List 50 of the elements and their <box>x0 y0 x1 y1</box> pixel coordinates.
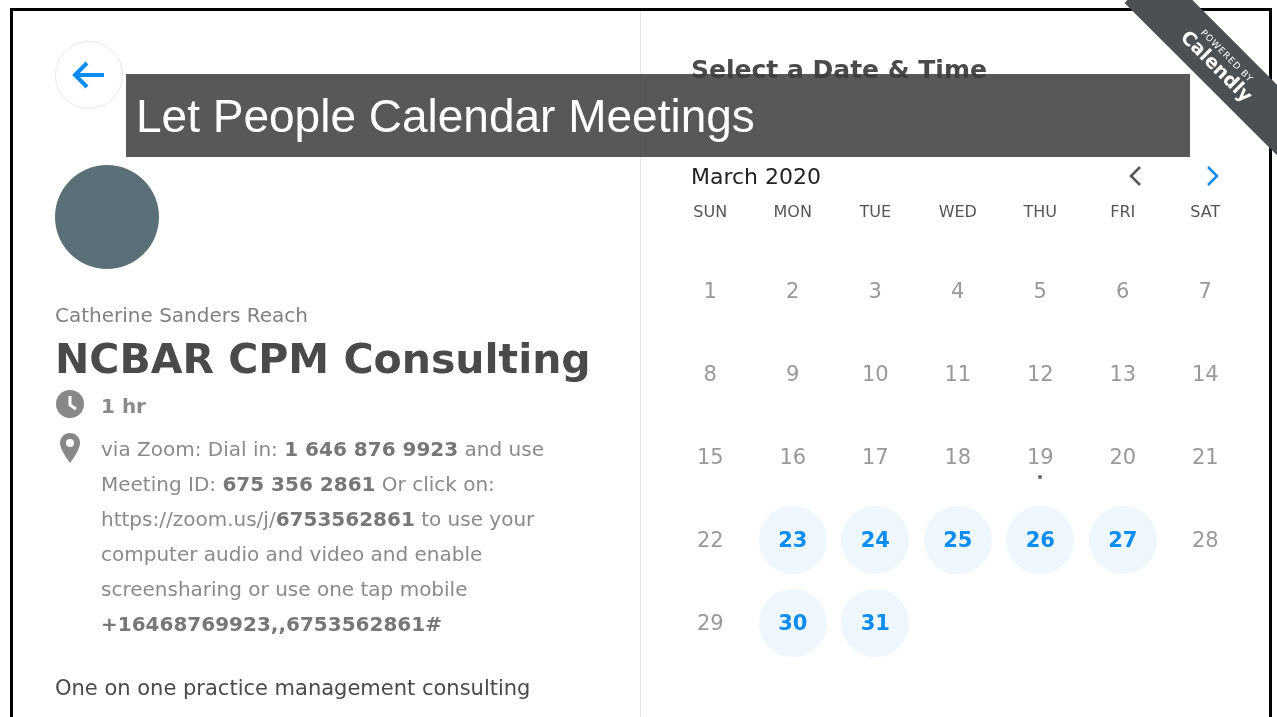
weekday-label: MON <box>772 202 813 223</box>
available-date[interactable]: 27 <box>1088 506 1157 574</box>
weekday-label: WED <box>937 202 978 223</box>
weekday-label: THU <box>1022 202 1058 223</box>
duration: 1 hr <box>101 393 147 420</box>
month-label: March 2020 <box>691 163 823 189</box>
location-text: via Zoom: Dial in: 1 646 876 9923 and use Meeting ID: 675 356 2861 Or click on: https://zoom.us/j/6753562861 to use your computer audio and video and enable screensharing or use one tap mobile +16468769923,,6753562861# <box>101 436 545 638</box>
weekday-label: FRI <box>1109 202 1137 223</box>
calendar-date: 21 <box>1190 444 1220 471</box>
calendar-date: 6 <box>1115 278 1131 305</box>
calendar-date: 8 <box>702 361 718 388</box>
calendar-date: 3 <box>867 278 883 305</box>
available-date[interactable]: 30 <box>758 589 827 657</box>
calendar-date: 20 <box>1108 444 1138 471</box>
calendar-date: 17 <box>860 444 890 471</box>
available-date[interactable]: 23 <box>758 506 827 574</box>
calendar-date: 11 <box>943 361 973 388</box>
available-date[interactable]: 25 <box>923 506 992 574</box>
calendar-date: 4 <box>950 278 966 305</box>
available-date[interactable]: 31 <box>841 589 910 657</box>
calendar-date: 2 <box>785 278 801 305</box>
calendar-date: 9 <box>785 361 801 388</box>
calendar-date: 18 <box>943 444 973 471</box>
calendar-date: 29 <box>695 610 725 637</box>
weekday-label: SAT <box>1189 202 1222 223</box>
calendar-date: 10 <box>860 361 890 388</box>
weekday-label: SUN <box>692 202 729 223</box>
calendar-date: 7 <box>1197 278 1213 305</box>
available-date[interactable]: 24 <box>841 506 910 574</box>
clock-icon <box>55 389 85 419</box>
calendar-date: 16 <box>778 444 808 471</box>
chevron-right-icon <box>1206 165 1220 187</box>
slide-title: Let People Calendar Meetings <box>126 74 1190 157</box>
event-description: One on one practice management consulting <box>55 676 532 700</box>
calendar-date: 12 <box>1025 361 1055 388</box>
calendar-date: 19 <box>1006 423 1075 491</box>
host-name: Catherine Sanders Reach <box>55 303 309 327</box>
chevron-left-icon <box>1128 165 1142 187</box>
weekday-label: TUE <box>858 202 893 223</box>
today-dot <box>1038 475 1043 479</box>
calendar-date: 22 <box>695 527 725 554</box>
available-date[interactable]: 26 <box>1006 506 1075 574</box>
calendar-date: 28 <box>1190 527 1220 554</box>
calendar-date: 1 <box>702 278 718 305</box>
calendar-date: 15 <box>695 444 725 471</box>
event-title: NCBAR CPM Consulting <box>55 335 592 383</box>
calendar-date: 5 <box>1032 278 1048 305</box>
calendar-date: 13 <box>1108 361 1138 388</box>
back-arrow-icon <box>72 60 106 90</box>
calendar-date: 14 <box>1190 361 1220 388</box>
